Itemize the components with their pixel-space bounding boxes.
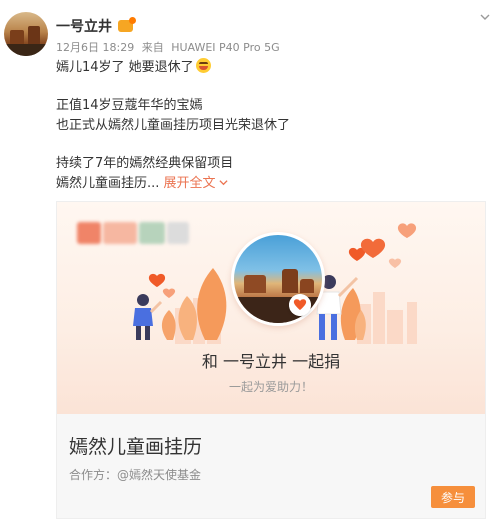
via-prefix: 来自 — [141, 41, 164, 54]
author-name[interactable]: 一号立井 — [56, 16, 112, 36]
heart-icon — [388, 258, 402, 268]
chevron-down-icon[interactable] — [480, 12, 490, 22]
card-banner-image[interactable]: 和 一号立井 一起捐 一起为爱助力！ — [57, 202, 485, 414]
post-line: 持续了7年的嫣然经典保留项目 — [56, 156, 234, 171]
heart-icon — [360, 238, 386, 258]
donate-slogan: 和 一号立井 一起捐 — [201, 352, 341, 371]
post-line-text: 嫣儿14岁了 她要退休了 — [56, 60, 194, 75]
donate-sub-slogan: 一起为爱助力！ — [228, 380, 313, 394]
post-time[interactable]: 12月6日 18:29 — [56, 41, 134, 54]
person-body — [133, 308, 153, 326]
heart-icon — [289, 294, 311, 316]
join-button[interactable]: 参与 — [431, 486, 475, 508]
person-head — [137, 294, 149, 306]
post-line: 嫣然儿童画挂历... 展开全文 — [56, 174, 476, 194]
charity-card[interactable]: 和 一号立井 一起捐 一起为爱助力！ 嫣然儿童画挂历 合作方：@嫣然天使基金 参… — [56, 201, 486, 519]
avatar-rock — [28, 26, 40, 44]
expand-label[interactable]: 展开全文 — [164, 176, 216, 191]
expand-full-text-link[interactable]: 展开全文 — [164, 176, 228, 191]
laughing-emoji-icon — [195, 58, 211, 73]
post-line-text: 嫣然儿童画挂历... — [56, 176, 160, 191]
chevron-down-icon[interactable] — [218, 178, 228, 187]
heart-icon — [348, 247, 366, 261]
post-line: 嫣儿14岁了 她要退休了 — [56, 58, 476, 78]
card-body[interactable]: 嫣然儿童画挂历 合作方：@嫣然天使基金 参与 — [57, 414, 485, 518]
leaf-icon — [178, 296, 197, 340]
post-text: 嫣儿14岁了 她要退休了 正值14岁豆蔻年华的宝嫣 也正式从嫣然儿童画挂历项目光… — [56, 58, 476, 194]
leaf-icon — [161, 310, 176, 340]
post-line: 也正式从嫣然儿童画挂历项目光荣退休了 — [56, 118, 291, 133]
card-title[interactable]: 嫣然儿童画挂历 — [69, 432, 202, 459]
heart-icon — [148, 273, 166, 287]
vip-badge-icon[interactable] — [118, 17, 136, 32]
heart-icon — [162, 288, 176, 298]
avatar-ground — [4, 44, 48, 56]
post-device: HUAWEI P40 Pro 5G — [171, 41, 280, 54]
heart-icon — [397, 223, 417, 238]
author-avatar[interactable] — [4, 12, 48, 56]
card-partner: 合作方：@嫣然天使基金 — [69, 468, 202, 482]
leaf-icon — [197, 268, 227, 340]
post-line: 正值14岁豆蔻年华的宝嫣 — [56, 98, 203, 113]
campaign-photo — [231, 232, 325, 326]
post-meta: 12月6日 18:29 来自 HUAWEI P40 Pro 5G — [56, 39, 284, 55]
avatar-rock — [10, 30, 24, 44]
author-row: 一号立井 — [56, 16, 136, 36]
